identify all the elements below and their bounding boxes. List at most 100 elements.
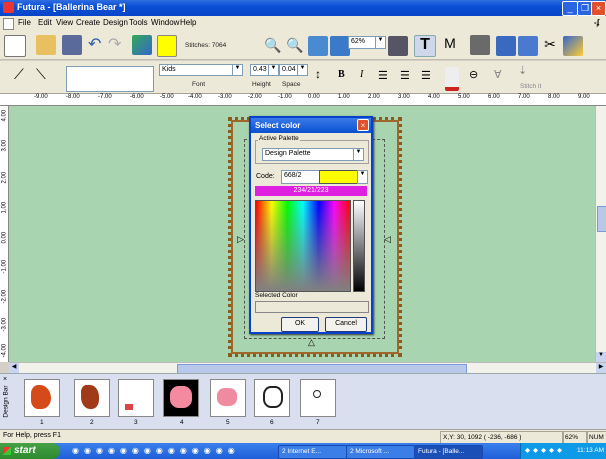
color-spectrum-picker[interactable] [255,200,351,292]
text-color-icon[interactable] [445,67,459,91]
target-icon[interactable]: ⊖ [469,68,489,88]
menu-view[interactable]: View [56,18,73,27]
zoom-one-icon[interactable] [330,36,350,56]
design-thumbnail[interactable] [254,379,290,417]
menu-create[interactable]: Create [76,18,100,27]
text-tool-icon[interactable]: T [414,35,436,57]
send-icon[interactable] [496,36,516,56]
close-button[interactable]: × [591,1,606,16]
align-center-icon[interactable]: ☰ [400,69,420,89]
design-thumbnail[interactable] [24,379,60,417]
machine-icon[interactable] [470,35,490,55]
window-title: Futura - [Ballerina Bear *] [17,2,126,12]
menu-tools[interactable]: Tools [129,18,148,27]
horizontal-ruler: -9.00 -8.00 -7.00 -6.00 -5.00 -4.00 -3.0… [0,94,606,106]
menu-help[interactable]: Help [180,18,196,27]
design-thumbnail[interactable] [74,379,110,417]
code-field[interactable]: 668/2 [281,170,321,184]
menu-design[interactable]: Design [103,18,128,27]
new-file-icon[interactable] [4,35,26,57]
text-input[interactable] [66,66,154,92]
zoom-select[interactable]: 62% [348,36,378,49]
text-toolbar: ⟋ ⟍ Kids ▼ Font 0.43 ▼ Height 0.04 ▼ Spa… [0,61,606,94]
ruler-tick: 2.00 [1,171,8,184]
picture-icon[interactable] [518,36,538,56]
chevron-down-icon[interactable]: ▼ [268,64,279,76]
hoop-icon[interactable] [388,36,408,56]
undo-icon[interactable]: ↶ [88,36,108,56]
scroll-thumb[interactable] [597,206,606,232]
wizard-icon[interactable] [563,36,583,56]
selected-color-swatch [319,170,359,184]
design-thumbnail[interactable] [210,379,246,417]
space-label: Space [282,81,301,88]
bold-button[interactable]: B [338,69,358,89]
cancel-button[interactable]: Cancel [325,317,367,332]
chevron-down-icon[interactable]: ▼ [232,64,243,76]
ruler-tick: -2.00 [248,94,262,100]
brightness-slider[interactable] [353,200,365,292]
design-bar-close-icon[interactable]: × [3,376,7,383]
dialog-close-icon[interactable]: × [357,119,369,131]
letter-edit-icon[interactable]: Ɐ [494,68,514,88]
scroll-left-arrow-icon[interactable]: ◀ [9,363,19,373]
horizontal-scrollbar[interactable]: ◀ ▶ [9,362,606,374]
zoom-fit-icon[interactable] [308,36,328,56]
chevron-down-icon[interactable]: ▼ [297,64,308,76]
app-icon [3,2,14,13]
thumbnail-number: 6 [270,419,274,426]
thumbnail-number: 3 [134,419,138,426]
menu-edit[interactable]: Edit [38,18,52,27]
italic-button[interactable]: I [360,69,380,89]
ruler-tick: 1.00 [1,201,8,214]
color-tool-icon[interactable] [132,35,152,55]
design-thumbnail[interactable] [163,379,199,417]
menu-file[interactable]: File [18,18,31,27]
save-icon[interactable] [62,35,82,55]
ruler-tick: 9.00 [578,94,590,100]
taskbar-item-microsoft[interactable]: 2 Microsoft ... [346,445,415,459]
menu-window[interactable]: Window [151,18,179,27]
scroll-down-arrow-icon[interactable]: ▼ [596,352,606,362]
ruler-tick: 3.00 [1,139,8,152]
menu-bar: File Edit View Create Design Tools Windo… [0,16,606,30]
palette-select[interactable]: Design Palette [262,148,356,161]
text-on-arc-icon[interactable]: ⟍ [36,66,56,86]
ruler-tick: 4.00 [1,109,8,122]
redo-icon[interactable]: ↷ [108,36,128,56]
taskbar-item-futura[interactable]: Futura - [Balle... [414,445,483,459]
chevron-down-icon[interactable]: ▼ [353,148,364,161]
thumbnail-number: 4 [180,419,184,426]
open-folder-icon[interactable] [36,35,56,55]
scroll-right-arrow-icon[interactable]: ▶ [596,363,606,373]
active-palette-label: Active Palette [258,135,300,142]
design-thumbnail[interactable] [300,379,336,417]
ok-button[interactable]: OK [281,317,319,332]
quick-launch-icons[interactable]: ◉◉◉◉◉◉◉◉◉◉◉◉◉◉ [72,446,272,456]
align-right-icon[interactable]: ☰ [421,69,441,89]
ruler-tick: 1.00 [338,94,350,100]
line-spacing-icon[interactable]: ↕ [315,67,335,87]
text-on-line-icon[interactable]: ⟋ [14,66,34,86]
vertical-scrollbar[interactable]: ▼ [595,106,606,362]
font-select[interactable]: Kids [159,64,243,76]
ruler-tick: 8.00 [548,94,560,100]
tray-icons[interactable]: ◆◆◆◆◆ [525,443,565,459]
monogram-icon[interactable]: M [440,35,460,55]
chevron-down-icon[interactable]: ▼ [357,170,368,184]
mdi-close-icon[interactable]: -ʄ [594,18,599,27]
system-tray: ◆◆◆◆◆ 11:13 AM [520,443,606,459]
minimize-button[interactable]: _ [562,1,578,16]
chevron-down-icon[interactable]: ▼ [375,36,386,49]
ruler-tick: -3.00 [218,94,232,100]
start-button[interactable]: start [0,443,60,459]
design-thumbnail[interactable] [118,379,154,417]
taskbar-item-internet[interactable]: 2 Internet E... [278,445,347,459]
scissors-icon[interactable]: ✂ [540,36,560,56]
stitch-it-icon[interactable]: ⇣ [518,64,538,84]
zoom-in-icon[interactable]: 🔍 [264,37,284,57]
zoom-out-icon[interactable]: 🔍 [286,37,306,57]
align-left-icon[interactable]: ☰ [378,69,398,89]
current-color-swatch[interactable] [157,35,177,57]
hoop-arrow-left-icon: ▷ [237,234,244,244]
